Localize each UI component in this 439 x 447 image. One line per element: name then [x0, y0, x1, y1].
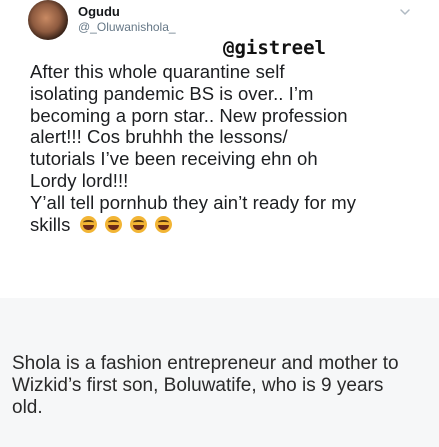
article-line: Wizkid’s first son, Boluwatife, who is 9…	[12, 375, 384, 396]
article-line: Shola is a fashion entrepreneur and moth…	[12, 353, 399, 374]
tweet-line: After this whole quarantine self	[30, 61, 285, 82]
avatar[interactable]	[28, 0, 68, 40]
laughing-crying-emoji-icon	[79, 215, 97, 233]
tweet-line: alert!!! Cos bruhhh the lessons/	[30, 126, 288, 148]
laughing-crying-emoji-icon	[104, 215, 122, 233]
chevron-down-icon[interactable]	[399, 6, 411, 18]
article-paragraph: Shola is a fashion entrepreneur and moth…	[12, 353, 437, 419]
tweet-line: Lordy lord!!!	[30, 169, 129, 191]
tweet-line-last: skills	[30, 214, 430, 238]
grinning-emoji-icon	[155, 215, 173, 233]
watermark-text: @gistreel	[223, 37, 326, 59]
tweet-line: tutorials I’ve been receiving ehn oh	[30, 148, 318, 170]
emoji-group	[79, 215, 176, 238]
grinning-emoji-icon	[130, 215, 147, 233]
tweet-line: becoming a porn star.. New profession	[30, 104, 348, 126]
article-line: old.	[12, 397, 43, 418]
author-handle[interactable]: @_Oluwanishola_	[78, 20, 176, 35]
tweet-line: Y’all tell pornhub they ain’t ready for …	[30, 191, 357, 213]
tweet-line: isolating pandemic BS is over.. I’m	[30, 82, 314, 104]
page: Ogudu @_Oluwanishola_ @gistreel After th…	[0, 0, 439, 447]
tweet-line-text: skills	[30, 213, 71, 235]
author-name[interactable]: Ogudu	[78, 4, 120, 20]
tweet-card: Ogudu @_Oluwanishola_ @gistreel After th…	[0, 0, 439, 300]
tweet-text: After this whole quarantine self isolati…	[30, 61, 430, 237]
